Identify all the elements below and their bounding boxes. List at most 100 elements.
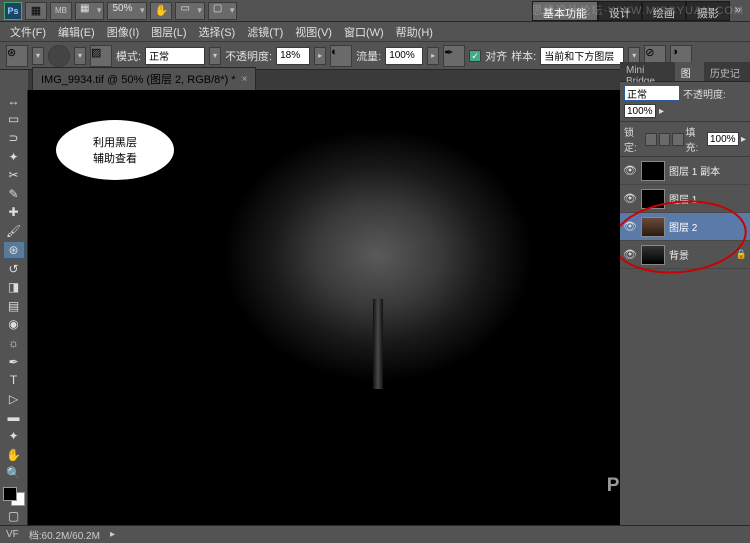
hand-icon[interactable]: ✋ xyxy=(150,2,172,20)
marquee-tool[interactable]: ▭ xyxy=(3,111,25,129)
lasso-tool[interactable]: ⊃ xyxy=(3,129,25,147)
menu-edit[interactable]: 编辑(E) xyxy=(52,22,101,42)
gradient-tool[interactable]: ▤ xyxy=(3,297,25,315)
tab-minibridge[interactable]: Mini Bridge xyxy=(620,62,675,81)
blend-mode-select[interactable] xyxy=(624,85,680,101)
eraser-tool[interactable]: ◨ xyxy=(3,278,25,296)
stamp-icon[interactable]: ⊛ xyxy=(6,45,28,67)
color-swatches[interactable] xyxy=(3,487,25,506)
3d-tool[interactable]: ✦ xyxy=(3,427,25,445)
menu-filter[interactable]: 滤镜(T) xyxy=(241,22,289,42)
tab-paint[interactable]: 绘画 xyxy=(642,1,686,21)
pen-tool[interactable]: ✒ xyxy=(3,353,25,371)
layer-options-row: 不透明度: ▸ xyxy=(620,82,750,122)
airbrush-icon[interactable]: ✒ xyxy=(443,45,465,67)
layer-name[interactable]: 图层 1 xyxy=(669,191,747,206)
status-arrow-icon[interactable]: ▸ xyxy=(110,529,115,540)
layer-row[interactable]: 👁 背景 🔒 xyxy=(620,241,750,269)
zoom-select[interactable]: 50% xyxy=(107,2,147,20)
brush-preset-icon[interactable] xyxy=(48,45,70,67)
panel-opacity-input[interactable] xyxy=(624,104,656,118)
layer-row[interactable]: 👁 图层 1 xyxy=(620,185,750,213)
layer-thumbnail[interactable] xyxy=(641,161,665,181)
stamp-tool[interactable]: ⊛ xyxy=(3,241,25,259)
status-zoom[interactable]: VF xyxy=(6,529,19,540)
mode-select[interactable] xyxy=(145,47,205,65)
zoom-tool[interactable]: 🔍 xyxy=(3,464,25,482)
shape-tool[interactable]: ▬ xyxy=(3,409,25,427)
hand-tool[interactable]: ✋ xyxy=(3,446,25,464)
layer-thumbnail[interactable] xyxy=(641,217,665,237)
menu-help[interactable]: 帮助(H) xyxy=(390,22,439,42)
lock-all-icon[interactable] xyxy=(672,133,683,146)
fill-slider-icon[interactable]: ▸ xyxy=(741,134,746,145)
brush-panel-icon[interactable]: ▨ xyxy=(90,45,112,67)
workspace-more[interactable]: » xyxy=(730,1,746,21)
view-menu[interactable]: ▦ xyxy=(75,2,104,20)
heal-tool[interactable]: ✚ xyxy=(3,204,25,222)
brush-tool[interactable]: 🖌 xyxy=(3,222,25,240)
tool-arrow[interactable]: ▾ xyxy=(32,47,44,65)
tab-design[interactable]: 设计 xyxy=(598,1,642,21)
visibility-icon[interactable]: 👁 xyxy=(623,164,637,178)
layer-thumbnail[interactable] xyxy=(641,189,665,209)
history-brush-tool[interactable]: ↺ xyxy=(3,260,25,278)
layer-name[interactable]: 背景 xyxy=(669,247,732,262)
menu-layer[interactable]: 图层(L) xyxy=(145,22,192,42)
screen-menu[interactable]: ▢ xyxy=(208,2,237,20)
visibility-icon[interactable]: 👁 xyxy=(623,192,637,206)
visibility-icon[interactable]: 👁 xyxy=(623,248,637,262)
move-tool[interactable]: ↔ xyxy=(3,92,25,110)
bridge-icon[interactable]: ▦ xyxy=(25,2,47,20)
close-icon[interactable]: × xyxy=(242,74,248,85)
flow-input[interactable] xyxy=(385,47,423,65)
align-checkbox[interactable]: ✓ xyxy=(469,50,481,62)
tab-layers[interactable]: 图层 xyxy=(675,62,704,81)
layer-row[interactable]: 👁 图层 1 副本 xyxy=(620,157,750,185)
brush-arrow[interactable]: ▾ xyxy=(74,47,86,65)
panel-opacity-label: 不透明度: xyxy=(683,86,726,101)
mb-icon[interactable]: MB xyxy=(50,2,72,20)
tab-photo[interactable]: 摄影 xyxy=(686,1,730,21)
callout-line2: 辅助查看 xyxy=(93,150,137,166)
flow-arrow[interactable]: ▸ xyxy=(427,47,439,65)
sample-select[interactable] xyxy=(540,47,624,65)
tab-basic[interactable]: 基本功能 xyxy=(532,1,598,21)
opacity-slider-icon[interactable]: ▸ xyxy=(659,106,664,117)
layer-row[interactable]: 👁 图层 2 xyxy=(620,213,750,241)
lock-pixels-icon[interactable] xyxy=(645,133,656,146)
status-doc[interactable]: 档:60.2M/60.2M xyxy=(29,527,100,542)
menu-select[interactable]: 选择(S) xyxy=(193,22,242,42)
path-tool[interactable]: ▷ xyxy=(3,390,25,408)
align-label: 对齐 xyxy=(485,48,507,64)
quickmask-icon[interactable]: ▢ xyxy=(3,507,25,525)
workspace-tabs: 基本功能 设计 绘画 摄影 » xyxy=(532,1,746,21)
panel-tabs: Mini Bridge 图层 历史记录 xyxy=(620,62,750,82)
document-tab-title: IMG_9934.tif @ 50% (图层 2, RGB/8*) * xyxy=(41,71,236,87)
layer-name[interactable]: 图层 1 副本 xyxy=(669,163,747,178)
crop-tool[interactable]: ✂ xyxy=(3,166,25,184)
mode-arrow[interactable]: ▾ xyxy=(209,47,221,65)
callout-line1: 利用黑层 xyxy=(93,134,137,150)
tab-history[interactable]: 历史记录 xyxy=(704,62,750,81)
arrange-menu[interactable]: ▭ xyxy=(175,2,204,20)
tablet-opacity-icon[interactable]: ◐ xyxy=(330,45,352,67)
fill-input[interactable] xyxy=(707,132,739,146)
menu-view[interactable]: 视图(V) xyxy=(289,22,338,42)
dodge-tool[interactable]: ☼ xyxy=(3,334,25,352)
opacity-input[interactable] xyxy=(276,47,310,65)
blur-tool[interactable]: ◉ xyxy=(3,316,25,334)
menu-file[interactable]: 文件(F) xyxy=(4,22,52,42)
layer-name[interactable]: 图层 2 xyxy=(669,219,747,234)
lock-position-icon[interactable] xyxy=(659,133,670,146)
menu-window[interactable]: 窗口(W) xyxy=(338,22,390,42)
wand-tool[interactable]: ✦ xyxy=(3,148,25,166)
fg-color-swatch[interactable] xyxy=(3,487,17,501)
layer-thumbnail[interactable] xyxy=(641,245,665,265)
document-tab[interactable]: IMG_9934.tif @ 50% (图层 2, RGB/8*) * × xyxy=(32,67,256,90)
type-tool[interactable]: T xyxy=(3,371,25,389)
opacity-arrow[interactable]: ▸ xyxy=(314,47,326,65)
menu-image[interactable]: 图像(I) xyxy=(101,22,145,42)
eyedropper-tool[interactable]: ✎ xyxy=(3,185,25,203)
visibility-icon[interactable]: 👁 xyxy=(623,220,637,234)
